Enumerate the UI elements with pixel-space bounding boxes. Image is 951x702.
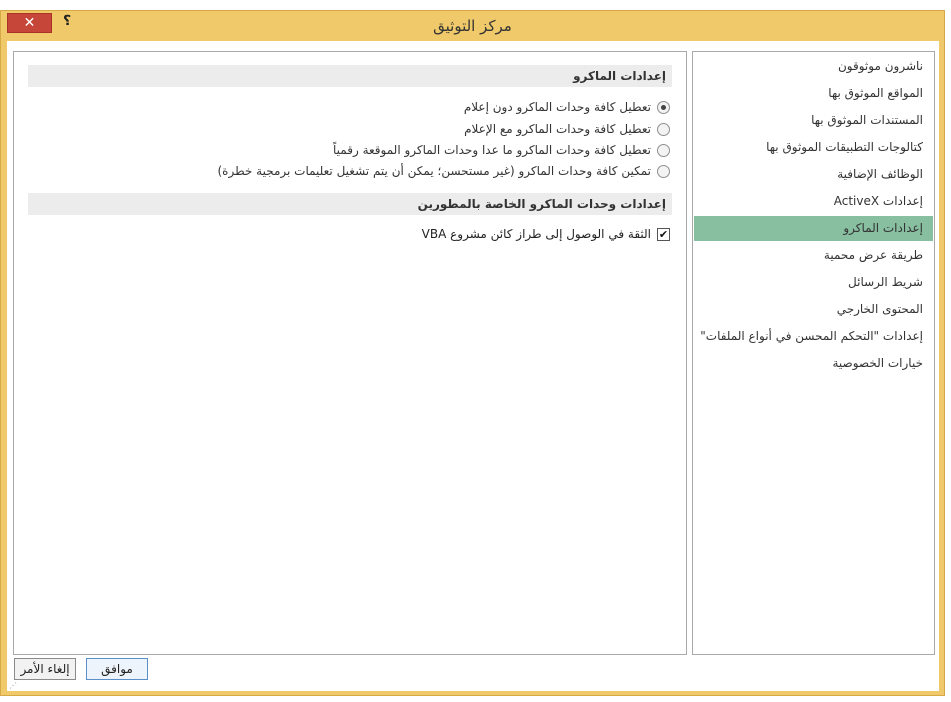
nav-item-message-bar[interactable]: شريط الرسائل	[694, 270, 933, 295]
trust-center-window: ✕ ؟ مركز التوثيق إعدادات الماكرو تعطيل ك…	[0, 10, 945, 696]
vba-trust-option[interactable]: ✔ الثقة في الوصول إلى طراز كائن مشروع VB…	[422, 225, 670, 243]
vba-trust-checkbox[interactable]: ✔	[657, 227, 670, 241]
ok-button[interactable]: موافق	[86, 658, 148, 680]
radio-disable-except-signed[interactable]: تعطيل كافة وحدات الماكرو ما عدا وحدات ال…	[333, 141, 670, 159]
title-bar: ✕ ؟ مركز التوثيق	[1, 11, 944, 41]
radio-label: تعطيل كافة وحدات الماكرو مع الإعلام	[464, 122, 651, 136]
nav-item-trusted-app-catalogs[interactable]: كتالوجات التطبيقات الموثوق بها	[694, 135, 933, 160]
nav-item-external-content[interactable]: المحتوى الخارجي	[694, 297, 933, 322]
radio-button[interactable]	[657, 122, 670, 136]
radio-label: تمكين كافة وحدات الماكرو (غير مستحسن؛ يم…	[217, 164, 651, 178]
radio-label: تعطيل كافة وحدات الماكرو ما عدا وحدات ال…	[333, 143, 651, 157]
radio-disable-with-notification[interactable]: تعطيل كافة وحدات الماكرو مع الإعلام	[464, 120, 670, 138]
nav-item-file-block-settings[interactable]: إعدادات "التحكم المحسن في أنواع الملفات"	[694, 324, 933, 349]
nav-item-trusted-locations[interactable]: المواقع الموثوق بها	[694, 81, 933, 106]
dialog-body: إعدادات الماكرو تعطيل كافة وحدات الماكرو…	[7, 41, 939, 691]
resize-grip-icon[interactable]: ⋰	[9, 681, 19, 691]
radio-button[interactable]	[657, 143, 670, 157]
window-title: مركز التوثيق	[433, 17, 512, 35]
vba-trust-label: الثقة في الوصول إلى طراز كائن مشروع VBA	[421, 227, 651, 241]
nav-item-trusted-publishers[interactable]: ناشرون موثوقون	[694, 54, 933, 79]
nav-item-add-ins[interactable]: الوظائف الإضافية	[694, 162, 933, 187]
radio-enable-all[interactable]: تمكين كافة وحدات الماكرو (غير مستحسن؛ يم…	[217, 162, 670, 180]
macro-settings-header: إعدادات الماكرو	[28, 65, 672, 87]
radio-label: تعطيل كافة وحدات الماكرو دون إعلام	[463, 100, 651, 114]
radio-button[interactable]	[657, 100, 670, 114]
nav-panel: ناشرون موثوقون المواقع الموثوق بها المست…	[692, 51, 935, 655]
nav-item-protected-view[interactable]: طريقة عرض محمية	[694, 243, 933, 268]
radio-button[interactable]	[657, 164, 670, 178]
nav-item-trusted-documents[interactable]: المستندات الموثوق بها	[694, 108, 933, 133]
cancel-button[interactable]: إلغاء الأمر	[14, 658, 76, 680]
settings-panel: إعدادات الماكرو تعطيل كافة وحدات الماكرو…	[13, 51, 687, 655]
nav-item-macro-settings[interactable]: إعدادات الماكرو	[694, 216, 933, 241]
nav-item-activex-settings[interactable]: إعدادات ActiveX	[694, 189, 933, 214]
developer-macro-settings-header: إعدادات وحدات الماكرو الخاصة بالمطورين	[28, 193, 672, 215]
nav-item-privacy-options[interactable]: خيارات الخصوصية	[694, 351, 933, 376]
radio-disable-no-notification[interactable]: تعطيل كافة وحدات الماكرو دون إعلام	[464, 98, 670, 116]
